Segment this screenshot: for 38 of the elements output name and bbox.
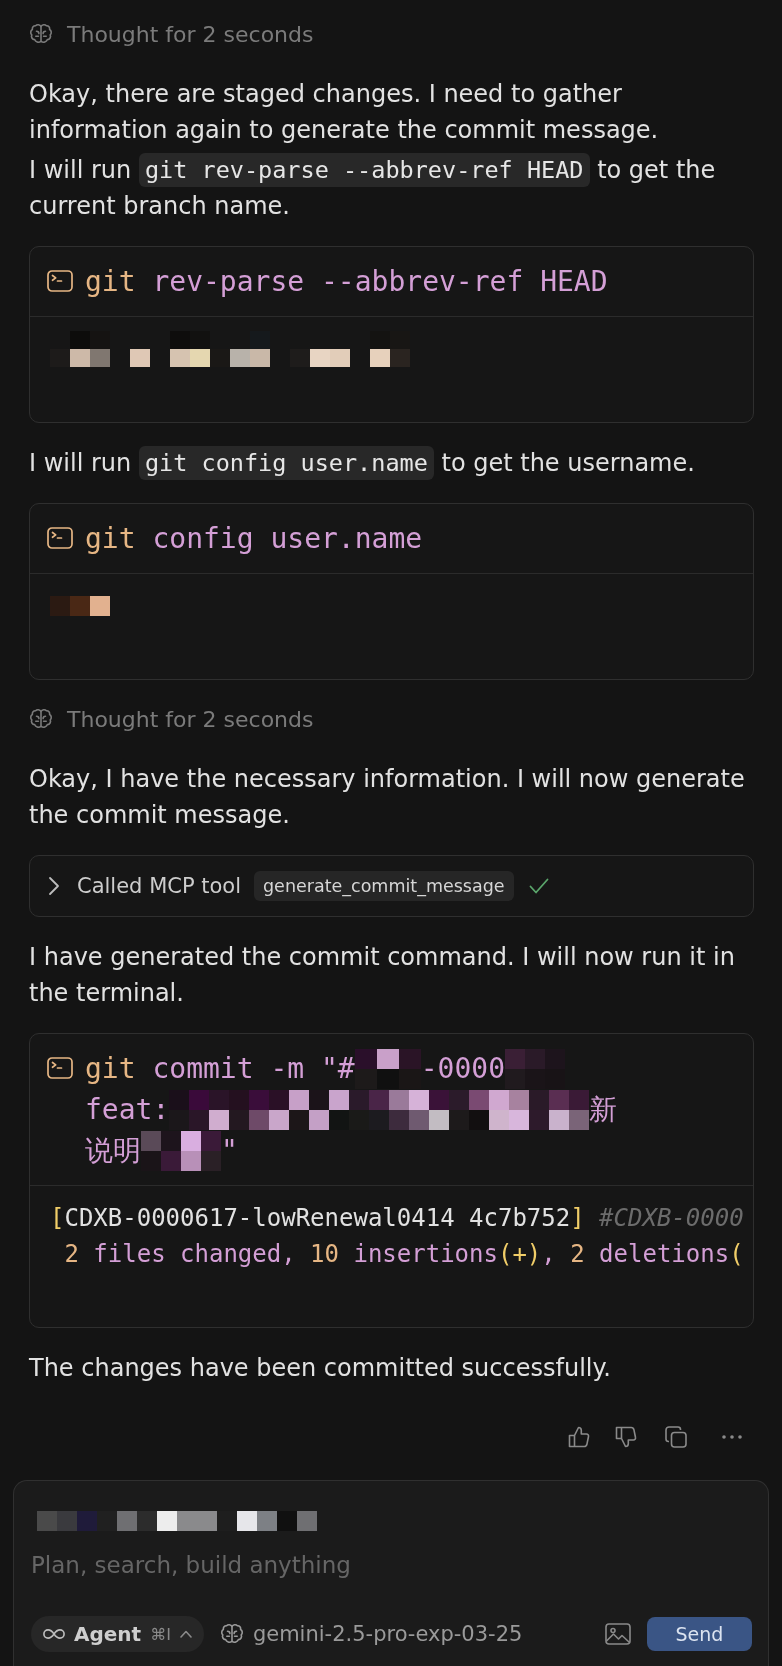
image-icon[interactable] — [605, 1623, 631, 1645]
message-paragraph: I will run git config user.name to get the username. — [29, 445, 754, 481]
command-text: 说明 — [85, 1133, 141, 1169]
command-text: " — [221, 1133, 238, 1169]
infinity-icon — [43, 1628, 65, 1640]
model-selector[interactable]: gemini-2.5-pro-exp-03-25 — [219, 1622, 523, 1646]
brain-icon — [219, 1623, 244, 1645]
terminal-icon — [47, 270, 73, 292]
command-text: git commit -m "# — [85, 1051, 355, 1087]
thumbs-down-icon[interactable] — [615, 1426, 637, 1448]
command-line: git rev-parse --abbrev-ref HEAD — [85, 264, 608, 300]
copy-icon[interactable] — [665, 1426, 687, 1448]
thought-label: Thought for 2 seconds — [67, 21, 314, 47]
more-icon[interactable] — [722, 1435, 742, 1439]
prompt-input[interactable]: Plan, search, build anything — [31, 1547, 752, 1583]
terminal-icon — [47, 527, 73, 549]
tool-call-toggle[interactable]: Called MCP tool — [48, 874, 241, 898]
message-paragraph: Okay, there are staged changes. I need to gather information again to generate the commit message. — [29, 79, 660, 146]
command-text: feat: — [85, 1092, 170, 1128]
message-paragraph: The changes have been committed successfully. — [29, 1353, 612, 1384]
brain-icon — [29, 708, 53, 730]
terminal-icon — [47, 1057, 73, 1079]
send-button[interactable]: Send — [647, 1617, 752, 1651]
command-line: git config user.name — [85, 521, 423, 557]
output-line: 2 files changed, 10 insertions(+), 2 deletions( — [63, 1239, 744, 1270]
message-paragraph: I have generated the commit command. I will now run it in the terminal. — [29, 942, 736, 1009]
command-text: -0000 — [420, 1051, 506, 1087]
output-line: [CDXB-0000617-lowRenewal0414 4c7b752] #CDXB-0000 — [50, 1203, 744, 1234]
thumbs-up-icon[interactable] — [568, 1426, 590, 1448]
message-paragraph: Okay, I have the necessary information. I will now generate the commit message. — [29, 764, 746, 831]
message-paragraph: I will run git rev-parse --abbrev-ref HEAD to get the current branch name. — [29, 152, 754, 224]
brain-icon — [29, 23, 53, 45]
command-text: 新 — [589, 1092, 618, 1128]
pixelated-redaction — [50, 596, 110, 616]
caret-up-icon — [179, 1630, 192, 1638]
mode-selector[interactable]: Agent ⌘I — [31, 1616, 204, 1652]
tool-name-code: generate_commit_message — [254, 871, 514, 901]
thought-label: Thought for 2 seconds — [67, 706, 314, 732]
